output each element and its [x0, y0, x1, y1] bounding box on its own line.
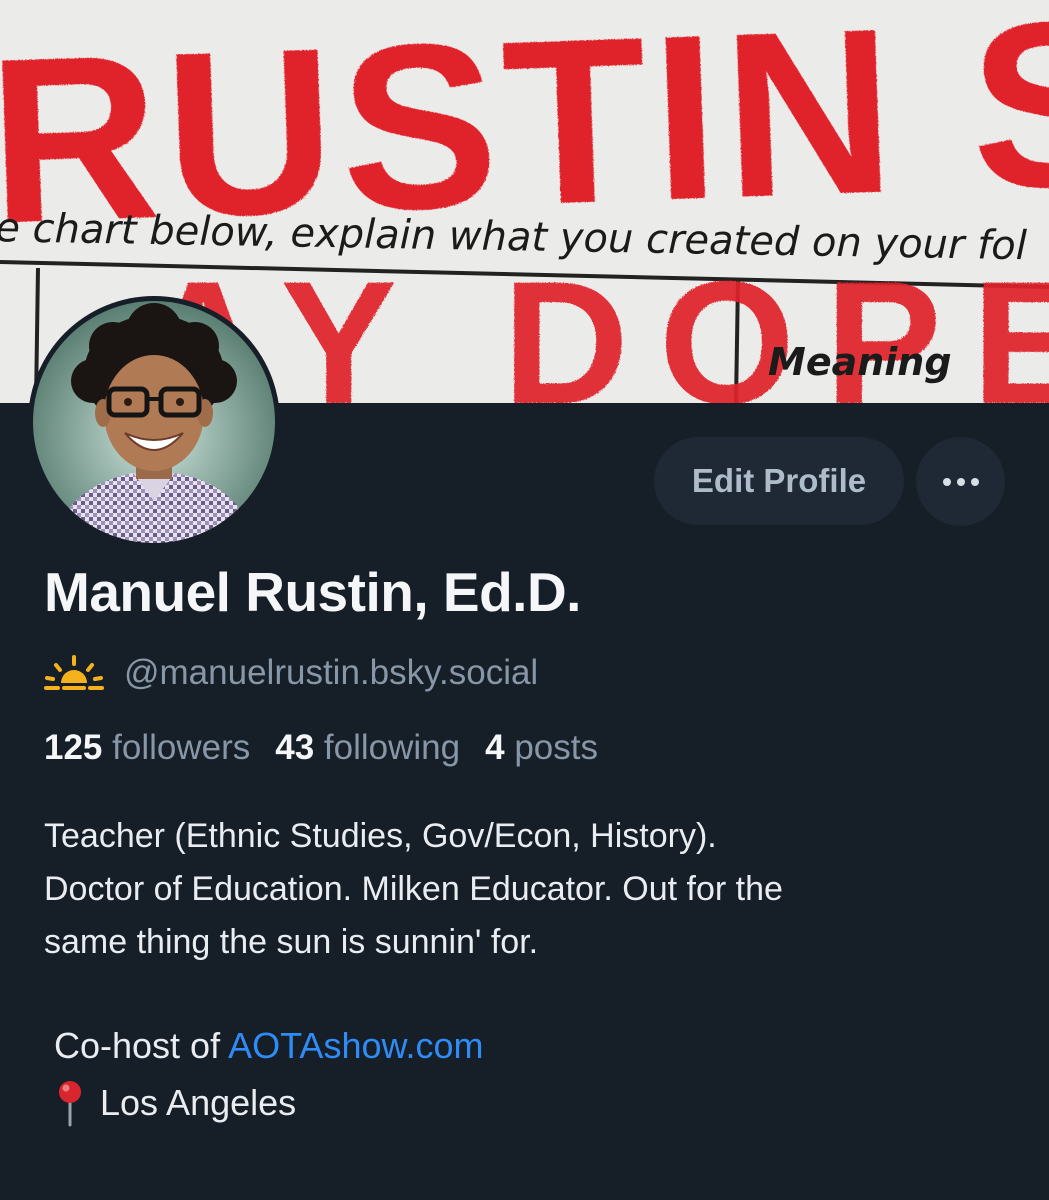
ellipsis-icon — [942, 477, 979, 486]
profile-page: RUSTIN SAYS e chart below, explain what … — [0, 0, 1049, 1200]
followers-count: 125 — [44, 728, 103, 767]
display-name: Manuel Rustin, Ed.D. — [44, 561, 581, 623]
bio-line: Teacher (Ethnic Studies, Gov/Econ, Histo… — [44, 817, 717, 855]
cohost-prefix: Co-host of — [54, 1025, 229, 1066]
following-label: following — [323, 728, 461, 767]
following-stat[interactable]: 43 following — [275, 728, 460, 768]
location-text: Los Angeles — [100, 1082, 297, 1123]
posts-stat: 4 posts — [485, 728, 598, 768]
banner-column-label: Meaning — [768, 340, 952, 384]
pin-icon — [59, 1081, 81, 1127]
sunrise-icon — [44, 655, 104, 690]
avatar[interactable] — [28, 296, 280, 548]
cohost-line: Co-host of AOTAshow.com — [54, 1025, 484, 1067]
followers-stat[interactable]: 125 followers — [44, 728, 250, 768]
profile-stats: 125 followers 43 following 4 posts — [44, 728, 623, 768]
posts-label: posts — [514, 728, 598, 767]
cohost-link[interactable]: AOTAshow.com — [228, 1025, 483, 1066]
followers-label: followers — [112, 728, 251, 767]
edit-profile-button[interactable]: Edit Profile — [654, 437, 904, 525]
posts-count: 4 — [485, 728, 505, 767]
bio: Teacher (Ethnic Studies, Gov/Econ, Histo… — [44, 810, 1024, 969]
following-count: 43 — [275, 728, 315, 767]
handle[interactable]: @manuelrustin.bsky.social — [124, 653, 538, 693]
bio-line: Doctor of Education. Milken Educator. Ou… — [44, 870, 783, 908]
bio-line: same thing the sun is sunnin' for. — [44, 923, 539, 961]
handle-row: @manuelrustin.bsky.social — [44, 648, 538, 698]
more-options-button[interactable] — [916, 437, 1005, 526]
avatar-photo — [33, 301, 275, 543]
location-line: Los Angeles — [50, 1078, 296, 1128]
